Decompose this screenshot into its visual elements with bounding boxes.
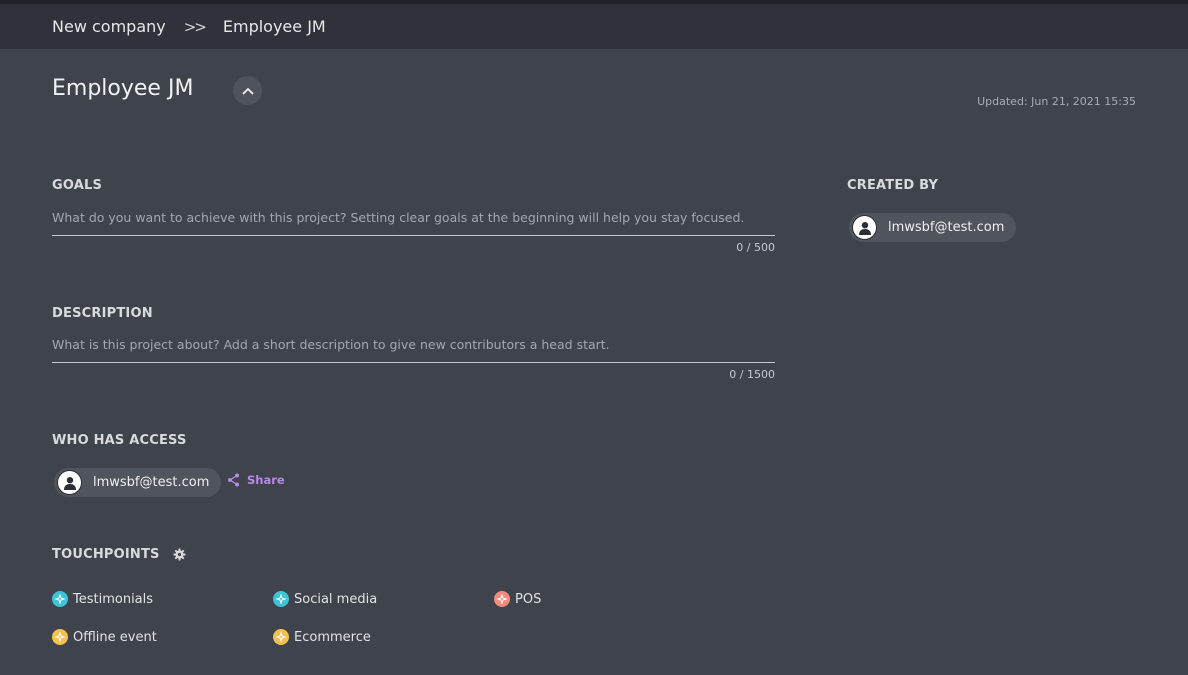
touchpoint-label: Offline event bbox=[73, 629, 157, 645]
updated-timestamp: Updated: Jun 21, 2021 15:35 bbox=[977, 95, 1136, 108]
touchpoint-label: Social media bbox=[294, 591, 378, 607]
touchpoints-label: TOUCHPOINTS bbox=[52, 547, 160, 562]
share-icon bbox=[228, 473, 239, 487]
avatar bbox=[852, 215, 877, 240]
created-by-label: CREATED BY bbox=[847, 178, 939, 193]
touchpoint-ecommerce[interactable]: Ecommerce bbox=[273, 629, 371, 645]
goals-field[interactable]: What do you want to achieve with this pr… bbox=[52, 210, 775, 236]
collapse-button[interactable] bbox=[233, 76, 262, 105]
breadcrumb: New company >> Employee JM bbox=[0, 4, 1188, 49]
share-label: Share bbox=[247, 473, 285, 487]
created-by-email: lmwsbf@test.com bbox=[888, 220, 1005, 235]
touchpoint-testimonials[interactable]: Testimonials bbox=[52, 591, 153, 607]
breadcrumb-item-project[interactable]: Employee JM bbox=[223, 17, 326, 36]
touchpoint-label: Ecommerce bbox=[294, 629, 371, 645]
user-icon bbox=[63, 476, 76, 490]
page-title: Employee JM bbox=[52, 76, 194, 101]
share-button[interactable]: Share bbox=[227, 473, 285, 487]
goals-counter: 0 / 500 bbox=[736, 241, 775, 254]
goals-label: GOALS bbox=[52, 178, 103, 193]
touchpoint-label: POS bbox=[515, 591, 542, 607]
touchpoint-social-media[interactable]: Social media bbox=[273, 591, 377, 607]
touchpoint-label: Testimonials bbox=[73, 591, 154, 607]
touchpoint-icon bbox=[494, 591, 510, 607]
breadcrumb-item-company[interactable]: New company bbox=[52, 17, 166, 36]
description-counter: 0 / 1500 bbox=[729, 368, 775, 381]
avatar bbox=[57, 470, 82, 495]
description-field[interactable]: What is this project about? Add a short … bbox=[52, 337, 775, 363]
touchpoint-offline-event[interactable]: Offline event bbox=[52, 629, 157, 645]
touchpoint-icon bbox=[52, 629, 68, 645]
touchpoint-pos[interactable]: POS bbox=[494, 591, 541, 607]
breadcrumb-separator: >> bbox=[183, 17, 207, 36]
gear-icon[interactable] bbox=[173, 548, 186, 561]
touchpoints-header: TOUCHPOINTS bbox=[52, 547, 186, 562]
touchpoint-icon bbox=[273, 591, 289, 607]
description-label: DESCRIPTION bbox=[52, 306, 153, 321]
access-user-chip[interactable]: lmwsbf@test.com bbox=[54, 468, 222, 497]
touchpoint-icon bbox=[52, 591, 68, 607]
access-label: WHO HAS ACCESS bbox=[52, 433, 187, 448]
touchpoint-icon bbox=[273, 629, 289, 645]
created-by-user-chip[interactable]: lmwsbf@test.com bbox=[849, 213, 1017, 242]
user-icon bbox=[858, 221, 871, 235]
access-user-email: lmwsbf@test.com bbox=[93, 475, 210, 490]
chevron-up-icon bbox=[242, 87, 253, 94]
